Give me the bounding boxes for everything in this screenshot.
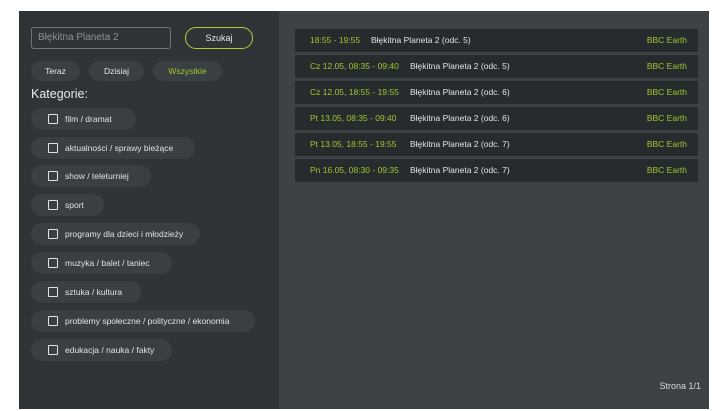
result-title: Błękitna Planeta 2 (odc. 6) — [410, 87, 510, 97]
sidebar: Szukaj Teraz Dzisiaj Wszystkie Kategorie… — [19, 11, 279, 409]
result-title: Błękitna Planeta 2 (odc. 7) — [410, 139, 510, 149]
checkbox-icon — [48, 114, 58, 124]
category-label: show / teleturniej — [65, 171, 129, 181]
result-title: Błękitna Planeta 2 (odc. 5) — [371, 35, 471, 45]
search-button[interactable]: Szukaj — [185, 27, 253, 49]
pagination-label: Strona 1/1 — [659, 381, 701, 391]
result-row[interactable]: Pt 13.05, 08:35 - 09:40 Błękitna Planeta… — [295, 107, 698, 130]
category-show-quiz[interactable]: show / teleturniej — [31, 165, 151, 187]
category-label: muzyka / balet / taniec — [65, 258, 150, 268]
tab-now[interactable]: Teraz — [31, 61, 80, 81]
search-bar: Szukaj — [31, 27, 267, 51]
category-label: aktualności / sprawy bieżące — [65, 143, 174, 153]
category-social-issues[interactable]: problemy społeczne / polityczne / ekonom… — [31, 310, 255, 332]
category-art-culture[interactable]: sztuka / kultura — [31, 281, 141, 303]
result-row[interactable]: Cz 12.05, 18:55 - 19:55 Błękitna Planeta… — [295, 81, 698, 104]
category-label: problemy społeczne / polityczne / ekonom… — [65, 316, 230, 326]
result-time: Cz 12.05, 08:35 - 09:40 — [310, 61, 399, 71]
result-channel: BBC Earth — [646, 113, 687, 123]
checkbox-icon — [48, 143, 58, 153]
checkbox-icon — [48, 287, 58, 297]
tab-today[interactable]: Dzisiaj — [89, 61, 144, 81]
category-news[interactable]: aktualności / sprawy bieżące — [31, 137, 195, 159]
result-time: Pn 16.05, 08:30 - 09:35 — [310, 165, 399, 175]
categories-heading: Kategorie: — [31, 87, 88, 101]
result-channel: BBC Earth — [646, 165, 687, 175]
category-sport[interactable]: sport — [31, 194, 104, 216]
result-row[interactable]: Pt 13.05, 18:55 - 19:55 Błękitna Planeta… — [295, 133, 698, 156]
result-channel: BBC Earth — [646, 139, 687, 149]
checkbox-icon — [48, 229, 58, 239]
category-film-drama[interactable]: film / dramat — [31, 108, 136, 130]
checkbox-icon — [48, 258, 58, 268]
result-row[interactable]: Pn 16.05, 08:30 - 09:35 Błękitna Planeta… — [295, 159, 698, 182]
result-time: Cz 12.05, 18:55 - 19:55 — [310, 87, 399, 97]
result-channel: BBC Earth — [646, 35, 687, 45]
result-time: Pt 13.05, 08:35 - 09:40 — [310, 113, 397, 123]
result-title: Błękitna Planeta 2 (odc. 5) — [410, 61, 510, 71]
search-input[interactable] — [31, 27, 171, 49]
category-label: sztuka / kultura — [65, 287, 123, 297]
checkbox-icon — [48, 171, 58, 181]
tv-guide-screen: Szukaj Teraz Dzisiaj Wszystkie Kategorie… — [19, 11, 709, 409]
result-time: 18:55 - 19:55 — [310, 35, 361, 45]
category-music[interactable]: muzyka / balet / taniec — [31, 252, 172, 274]
category-kids[interactable]: programy dla dzieci i młodzieży — [31, 223, 200, 245]
result-row[interactable]: 18:55 - 19:55 Błękitna Planeta 2 (odc. 5… — [295, 29, 698, 52]
result-time: Pt 13.05, 18:55 - 19:55 — [310, 139, 397, 149]
category-education[interactable]: edukacja / nauka / fakty — [31, 339, 172, 361]
result-row[interactable]: Cz 12.05, 08:35 - 09:40 Błękitna Planeta… — [295, 55, 698, 78]
tab-all[interactable]: Wszystkie — [153, 61, 222, 81]
result-channel: BBC Earth — [646, 87, 687, 97]
result-title: Błękitna Planeta 2 (odc. 6) — [410, 113, 510, 123]
checkbox-icon — [48, 345, 58, 355]
checkbox-icon — [48, 200, 58, 210]
category-label: sport — [65, 200, 84, 210]
category-label: film / dramat — [65, 114, 112, 124]
checkbox-icon — [48, 316, 58, 326]
result-title: Błękitna Planeta 2 (odc. 7) — [410, 165, 510, 175]
category-label: programy dla dzieci i młodzieży — [65, 229, 184, 239]
category-label: edukacja / nauka / fakty — [65, 345, 155, 355]
result-channel: BBC Earth — [646, 61, 687, 71]
